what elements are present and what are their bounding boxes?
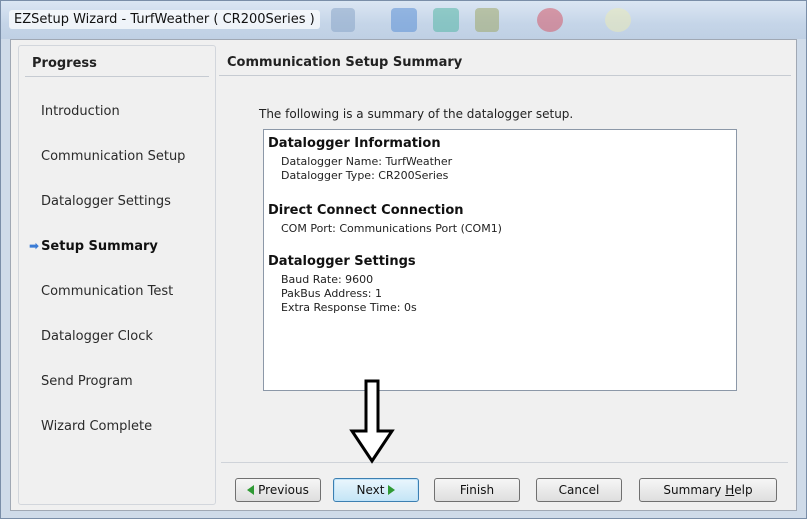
divider <box>219 75 791 76</box>
step-setup-summary[interactable]: ➡ Setup Summary <box>29 239 158 254</box>
summary-help-button[interactable]: Summary Help <box>639 478 777 502</box>
divider <box>25 76 209 77</box>
blurred-taskbar-icon <box>331 8 355 32</box>
green-right-triangle-icon <box>388 485 396 495</box>
green-left-triangle-icon <box>247 485 255 495</box>
step-label: Setup Summary <box>41 239 158 254</box>
window-title: EZSetup Wizard - TurfWeather ( CR200Seri… <box>9 10 320 29</box>
summary-line-com-port: COM Port: Communications Port (COM1) <box>281 222 502 235</box>
summary-help-suffix: elp <box>734 483 753 497</box>
summary-help-hotkey: H <box>725 483 735 497</box>
step-communication-setup[interactable]: Communication Setup <box>41 149 185 164</box>
blurred-taskbar-icon <box>605 8 631 32</box>
blurred-taskbar-icon <box>537 8 563 32</box>
step-datalogger-clock[interactable]: Datalogger Clock <box>41 329 153 344</box>
section-title-direct-connect: Direct Connect Connection <box>268 203 464 218</box>
arrow-right-icon: ➡ <box>29 239 40 253</box>
step-datalogger-settings[interactable]: Datalogger Settings <box>41 194 171 209</box>
section-title-datalogger-information: Datalogger Information <box>268 136 441 151</box>
wizard-window: EZSetup Wizard - TurfWeather ( CR200Seri… <box>0 0 807 519</box>
wizard-client-area: Progress Introduction Communication Setu… <box>10 39 797 511</box>
intro-text: The following is a summary of the datalo… <box>259 107 574 121</box>
previous-label: Previous <box>258 483 309 497</box>
section-title-datalogger-settings: Datalogger Settings <box>268 254 416 269</box>
cancel-label: Cancel <box>558 483 600 497</box>
summary-line-datalogger-type: Datalogger Type: CR200Series <box>281 169 449 182</box>
cancel-button[interactable]: Cancel <box>536 478 622 502</box>
page-title: Communication Setup Summary <box>227 55 463 70</box>
summary-line-pakbus-address: PakBus Address: 1 <box>281 287 383 300</box>
divider <box>221 462 788 463</box>
summary-panel: Communication Setup Summary The followin… <box>219 45 791 447</box>
large-down-arrow-icon <box>349 379 395 464</box>
step-wizard-complete[interactable]: Wizard Complete <box>41 419 152 434</box>
summary-textbox[interactable]: Datalogger Information Datalogger Name: … <box>263 129 737 391</box>
summary-line-extra-response-time: Extra Response Time: 0s <box>281 301 417 314</box>
step-send-program[interactable]: Send Program <box>41 374 133 389</box>
progress-header: Progress <box>32 56 97 71</box>
progress-panel: Progress Introduction Communication Setu… <box>18 45 216 505</box>
blurred-taskbar-icon <box>433 8 459 32</box>
finish-label: Finish <box>459 483 495 497</box>
next-button[interactable]: Next <box>333 478 419 502</box>
step-introduction[interactable]: Introduction <box>41 104 120 119</box>
summary-help-label: Summary Help <box>663 483 752 497</box>
summary-line-datalogger-name: Datalogger Name: TurfWeather <box>281 155 453 168</box>
summary-help-prefix: Summary <box>663 483 726 497</box>
title-bar[interactable]: EZSetup Wizard - TurfWeather ( CR200Seri… <box>1 1 806 39</box>
finish-button[interactable]: Finish <box>434 478 520 502</box>
step-communication-test[interactable]: Communication Test <box>41 284 173 299</box>
summary-line-baud-rate: Baud Rate: 9600 <box>281 273 374 286</box>
blurred-taskbar-icon <box>475 8 499 32</box>
previous-button[interactable]: Previous <box>235 478 321 502</box>
blurred-taskbar-icon <box>391 8 417 32</box>
next-label: Next <box>356 483 385 497</box>
